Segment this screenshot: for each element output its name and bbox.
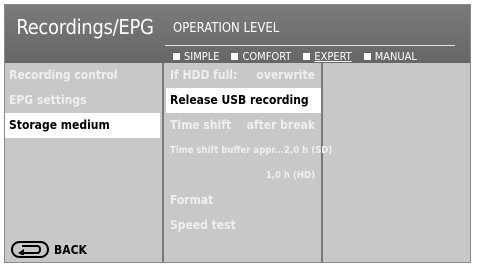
level-simple-label: SIMPLE [184, 50, 220, 63]
operation-level-title: Operation level [173, 21, 280, 36]
level-comfort[interactable]: COMFORT [231, 50, 291, 63]
return-arrow-icon [11, 241, 49, 258]
level-simple-icon [173, 53, 180, 60]
level-manual-icon [363, 53, 371, 60]
back-label: BACK [54, 242, 87, 257]
recordings-epg-screen: Recordings/EPG Operation level SIMPLE CO… [4, 4, 471, 263]
operation-level-divider [165, 45, 455, 46]
menu-item-storage-medium[interactable]: Storage medium [5, 113, 160, 138]
time-shift-setting[interactable]: Time shift after break [166, 113, 321, 138]
detail-panel [325, 63, 470, 262]
main-menu: Recording control EPG settings Storage m… [5, 63, 164, 262]
level-expert-label: EXPERT [314, 50, 352, 63]
time-shift-buffer-label: Time shift buffer appr... [170, 145, 285, 156]
level-expert-icon [303, 53, 311, 60]
if-hdd-full-value: overwrite [256, 68, 315, 82]
back-button[interactable]: BACK [11, 241, 87, 258]
release-usb-recording-item[interactable]: Release USB recording [166, 88, 321, 113]
level-manual-label: MANUAL [374, 50, 417, 63]
if-hdd-full-setting[interactable]: If HDD full: overwrite [166, 63, 321, 88]
format-item[interactable]: Format [166, 188, 321, 213]
level-simple[interactable]: SIMPLE [173, 50, 219, 63]
if-hdd-full-label: If HDD full: [170, 68, 238, 82]
page-title: Recordings/EPG [16, 15, 154, 39]
speed-test-item[interactable]: Speed test [166, 213, 321, 238]
level-comfort-icon [231, 53, 239, 60]
header-bar: Recordings/EPG Operation level SIMPLE CO… [5, 5, 470, 63]
level-manual[interactable]: MANUAL [363, 50, 417, 63]
operation-level-options: SIMPLE COMFORT EXPERT MANUAL [173, 50, 429, 63]
menu-item-epg-settings[interactable]: EPG settings [5, 88, 162, 113]
time-shift-buffer-hd-value: 1,0 h (HD) [265, 170, 315, 181]
time-shift-buffer-row: Time shift buffer appr... 2,0 h (SD) [166, 138, 332, 163]
time-shift-buffer-hd-row: 1,0 h (HD) [166, 163, 321, 188]
level-expert[interactable]: EXPERT [303, 50, 352, 63]
menu-item-recording-control[interactable]: Recording control [5, 63, 162, 88]
storage-medium-submenu: If HDD full: overwrite Release USB recor… [166, 63, 332, 262]
time-shift-label: Time shift [170, 118, 232, 132]
time-shift-value: after break [246, 118, 315, 132]
level-comfort-label: COMFORT [242, 50, 292, 63]
